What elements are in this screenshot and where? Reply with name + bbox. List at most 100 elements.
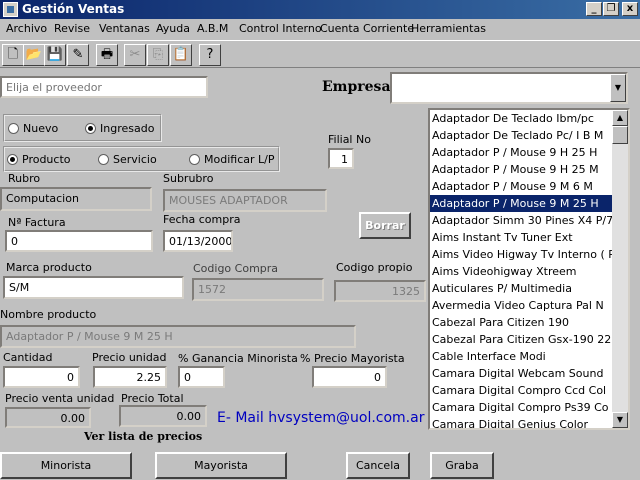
list-item[interactable]: Adaptador P / Mouse 9 M 25 H bbox=[430, 195, 616, 212]
borrar-button[interactable]: Borrar bbox=[359, 212, 411, 239]
empresa-select[interactable]: ▼ bbox=[390, 72, 628, 104]
list-item[interactable]: Cabezal Para Citizen Gsx-190 22 bbox=[430, 331, 616, 348]
rubro-label: Rubro bbox=[8, 172, 41, 185]
list-item[interactable]: Camara Digital Compro Ps39 Co bbox=[430, 399, 616, 416]
radio-ingresado[interactable]: Ingresado bbox=[85, 122, 154, 135]
ganancia-label: % Ganancia Minorista bbox=[178, 352, 298, 365]
radio-dot bbox=[7, 154, 18, 165]
ver-lista-precios-link[interactable]: Ver lista de precios bbox=[84, 430, 202, 443]
list-item[interactable]: Cable Interface Modi bbox=[430, 348, 616, 365]
list-item[interactable]: Adaptador P / Mouse 9 M 6 M bbox=[430, 178, 616, 195]
open-folder-icon[interactable]: 📂 bbox=[23, 44, 45, 66]
close-button[interactable]: x bbox=[622, 2, 638, 16]
precio-total-label: Precio Total bbox=[121, 392, 184, 405]
product-list[interactable]: Adaptador De Teclado Ibm/pc Adaptador De … bbox=[428, 108, 630, 430]
radio-modificar-lp[interactable]: Modificar L/P bbox=[189, 153, 274, 166]
list-item[interactable]: Adaptador De Teclado Pc/ I B M bbox=[430, 127, 616, 144]
nombre-field[interactable]: Adaptador P / Mouse 9 M 25 H bbox=[0, 325, 356, 348]
radio-ingresado-label: Ingresado bbox=[100, 122, 155, 135]
chevron-down-icon[interactable]: ▼ bbox=[610, 74, 626, 102]
precio-total-field[interactable]: 0.00 bbox=[119, 405, 207, 427]
menu-herramientas[interactable]: Herramientas bbox=[411, 22, 486, 35]
list-item[interactable]: Adaptador P / Mouse 9 H 25 H bbox=[430, 144, 616, 161]
new-document-icon[interactable]: 🗋 bbox=[2, 44, 24, 66]
maximize-button[interactable]: ❐ bbox=[603, 2, 619, 16]
fecha-label: Fecha compra bbox=[163, 213, 241, 226]
radio-dot bbox=[85, 123, 96, 134]
list-item[interactable]: Aims Videohigway Xtreem bbox=[430, 263, 616, 280]
filial-label: Filial No bbox=[328, 133, 371, 146]
list-item[interactable]: Auticulares P/ Multimedia bbox=[430, 280, 616, 297]
email-label[interactable]: E- Mail hvsystem@uol.com.ar bbox=[217, 410, 424, 426]
factura-label: Nª Factura bbox=[8, 216, 66, 229]
list-item[interactable]: Camara Digital Genius Color bbox=[430, 416, 616, 428]
list-item[interactable]: Cabezal Para Citizen 190 bbox=[430, 314, 616, 331]
cut-icon[interactable]: ✂ bbox=[124, 44, 146, 66]
menu-control-interno[interactable]: Control Interno bbox=[239, 22, 322, 35]
title-bar[interactable]: Gestión Ventas _ ❐ x bbox=[0, 0, 640, 19]
marca-label: Marca producto bbox=[6, 261, 92, 274]
codigo-propio-field[interactable]: 1325 bbox=[334, 280, 426, 302]
print-icon[interactable]: 🖶 bbox=[96, 44, 118, 66]
filial-input[interactable]: 1 bbox=[328, 148, 354, 169]
radio-dot bbox=[189, 154, 200, 165]
rubro-field[interactable]: Computacion bbox=[0, 187, 152, 211]
radio-producto-label: Producto bbox=[22, 153, 71, 166]
factura-input[interactable]: 0 bbox=[5, 230, 153, 252]
menu-archivo[interactable]: Archivo bbox=[6, 22, 47, 35]
graba-button[interactable]: Graba bbox=[430, 452, 494, 479]
scroll-up-icon[interactable]: ▲ bbox=[612, 110, 628, 126]
precio-venta-field[interactable]: 0.00 bbox=[5, 407, 91, 428]
list-item[interactable]: Adaptador P / Mouse 9 H 25 M bbox=[430, 161, 616, 178]
vertical-scrollbar[interactable]: ▲ ▼ bbox=[612, 110, 628, 428]
list-item[interactable]: Avermedia Video Captura Pal N bbox=[430, 297, 616, 314]
fecha-input[interactable]: 01/13/2000 bbox=[163, 230, 233, 252]
menu-ayuda[interactable]: Ayuda bbox=[156, 22, 190, 35]
help-icon[interactable]: ? bbox=[199, 44, 221, 66]
empresa-label: Empresa bbox=[322, 79, 391, 95]
precio-mayorista-input[interactable]: 0 bbox=[312, 366, 387, 388]
list-item[interactable]: Camara Digital Webcam Sound bbox=[430, 365, 616, 382]
edit-pencil-icon[interactable]: ✎ bbox=[67, 44, 89, 66]
list-item[interactable]: Adaptador De Teclado Ibm/pc bbox=[430, 110, 616, 127]
list-item[interactable]: Camara Digital Compro Ccd Col bbox=[430, 382, 616, 399]
precio-mayorista-label: % Precio Mayorista bbox=[300, 352, 405, 365]
window-title: Gestión Ventas bbox=[22, 2, 125, 16]
list-item[interactable]: Aims Video Higway Tv Interno ( P bbox=[430, 246, 616, 263]
precio-unidad-input[interactable]: 2.25 bbox=[93, 366, 167, 388]
list-item[interactable]: Adaptador Simm 30 Pines X4 P/7 bbox=[430, 212, 616, 229]
nombre-label: Nombre producto bbox=[0, 308, 97, 321]
proveedor-input[interactable] bbox=[0, 76, 208, 98]
ganancia-input[interactable]: 0 bbox=[178, 366, 225, 388]
toolbar: 🗋 📂 💾 ✎ 🖶 ✂ ⎘ 📋 ? bbox=[0, 40, 640, 68]
codigo-propio-label: Codigo propio bbox=[336, 261, 413, 274]
radio-modificar-label: Modificar L/P bbox=[204, 153, 275, 166]
mayorista-button[interactable]: Mayorista bbox=[155, 452, 287, 479]
minimize-button[interactable]: _ bbox=[586, 2, 602, 16]
menu-cuenta-corriente[interactable]: Cuenta Corriente bbox=[320, 22, 414, 35]
list-item[interactable]: Aims Instant Tv Tuner Ext bbox=[430, 229, 616, 246]
codigo-compra-field[interactable]: 1572 bbox=[192, 278, 324, 301]
menu-abm[interactable]: A.B.M bbox=[197, 22, 228, 35]
menu-bar: Archivo Revise Ventanas Ayuda A.B.M Cont… bbox=[0, 19, 640, 38]
subrubro-field[interactable]: MOUSES ADAPTADOR bbox=[163, 189, 327, 212]
subrubro-label: Subrubro bbox=[163, 172, 214, 185]
radio-producto[interactable]: Producto bbox=[7, 153, 71, 166]
cantidad-label: Cantidad bbox=[3, 351, 53, 364]
radio-nuevo[interactable]: Nuevo bbox=[8, 122, 58, 135]
scroll-thumb[interactable] bbox=[612, 126, 628, 144]
minorista-button[interactable]: Minorista bbox=[0, 452, 132, 479]
menu-ventanas[interactable]: Ventanas bbox=[99, 22, 150, 35]
product-list-items: Adaptador De Teclado Ibm/pc Adaptador De … bbox=[430, 110, 628, 428]
app-icon bbox=[3, 2, 18, 17]
copy-icon[interactable]: ⎘ bbox=[147, 44, 169, 66]
radio-servicio[interactable]: Servicio bbox=[98, 153, 157, 166]
scroll-down-icon[interactable]: ▼ bbox=[612, 412, 628, 428]
cancela-button[interactable]: Cancela bbox=[346, 452, 410, 479]
menu-revise[interactable]: Revise bbox=[54, 22, 90, 35]
save-icon[interactable]: 💾 bbox=[44, 44, 66, 66]
radio-dot bbox=[98, 154, 109, 165]
marca-input[interactable]: S/M bbox=[3, 276, 184, 299]
paste-icon[interactable]: 📋 bbox=[170, 44, 192, 66]
cantidad-input[interactable]: 0 bbox=[3, 366, 80, 388]
